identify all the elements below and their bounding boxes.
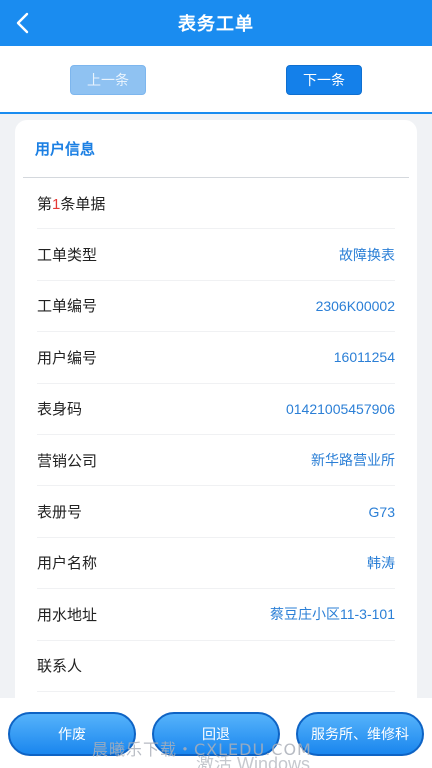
info-value: 01421005457906 <box>285 400 395 417</box>
info-label: 用户编号 <box>37 349 98 367</box>
info-value: 新华路营业所 <box>311 452 395 469</box>
record-index-label: 第1条单据 <box>37 193 105 214</box>
back-button[interactable] <box>8 8 38 38</box>
info-label: 表册号 <box>37 504 83 522</box>
service-dept-button[interactable]: 服务所、维修科 <box>296 712 424 756</box>
info-value: 2306K00002 <box>315 297 395 314</box>
info-label: 用户名称 <box>37 555 98 573</box>
info-row-order-number: 工单编号 2306K00002 <box>37 281 395 333</box>
info-row-user-number: 用户编号 16011254 <box>37 332 395 384</box>
info-label: 工单编号 <box>37 298 98 316</box>
info-row-book-number: 表册号 G73 <box>37 486 395 538</box>
info-label: 工单类型 <box>37 247 98 265</box>
void-button[interactable]: 作废 <box>8 712 136 756</box>
info-row-address: 用水地址 蔡豆庄小区11-3-101 <box>37 589 395 641</box>
record-index-row: 第1条单据 <box>37 178 395 230</box>
info-label: 联系人 <box>37 658 83 676</box>
info-value: 韩涛 <box>367 554 395 571</box>
info-row-sales-company: 营销公司 新华路营业所 <box>37 435 395 487</box>
page-title: 表务工单 <box>178 14 254 34</box>
info-label: 用水地址 <box>37 606 98 624</box>
record-prefix: 第 <box>37 195 53 213</box>
info-label: 营销公司 <box>37 452 98 470</box>
next-record-button[interactable]: 下一条 <box>286 65 362 95</box>
info-row-contact: 联系人 <box>37 641 395 692</box>
user-info-card: 用户信息 第1条单据 工单类型 故障换表 工单编号 2306K00002 用户编… <box>15 120 417 720</box>
chevron-left-icon <box>16 12 29 34</box>
info-row-user-name: 用户名称 韩涛 <box>37 538 395 590</box>
return-button[interactable]: 回退 <box>152 712 280 756</box>
action-bar: 作废 回退 服务所、维修科 <box>0 698 432 768</box>
info-row-meter-code: 表身码 01421005457906 <box>37 384 395 435</box>
card-title: 用户信息 <box>35 141 96 158</box>
info-value: 蔡豆庄小区11-3-101 <box>269 606 395 623</box>
record-suffix: 条单据 <box>60 195 106 213</box>
app-header: 表务工单 <box>0 0 432 46</box>
info-row-order-type: 工单类型 故障换表 <box>37 229 395 281</box>
record-nav: 上一条 下一条 <box>0 46 432 114</box>
info-value: 故障换表 <box>339 246 395 263</box>
prev-record-button[interactable]: 上一条 <box>70 65 146 95</box>
card-header: 用户信息 <box>23 120 409 178</box>
info-value: G73 <box>368 503 395 520</box>
info-label: 表身码 <box>37 401 83 419</box>
info-value: 16011254 <box>333 349 395 366</box>
